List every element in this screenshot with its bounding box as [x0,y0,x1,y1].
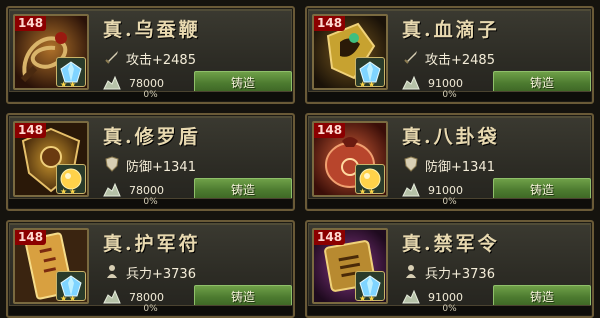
item-portrait[interactable]: 148 ★ ★ [13,121,89,197]
soldier-icon [107,265,117,278]
progress-text: 0% [143,197,158,207]
item-name: 真.修罗盾 [103,126,201,148]
gem-slot[interactable]: ★ ★ [56,164,86,196]
item-portrait[interactable]: 148 ★ ★ [312,14,388,90]
shield-icon [404,156,418,172]
stat-value: 攻击+2485 [126,53,196,68]
stat-value: 防御+1341 [126,160,196,175]
forge-item-grid: 148 ★ ★ 真.乌蚕鞭 攻击+2485 78000 铸造 0% 148 ★ … [0,0,600,318]
item-name: 真.血滴子 [402,19,500,41]
item-portrait[interactable]: 148 ★ ★ [312,228,388,304]
item-card-asura-shield: 148 ★ ★ 真.修罗盾 防御+1341 78000 铸造 0% [6,113,295,211]
level-badge: 148 [15,16,47,31]
star-icon: ★ [368,187,376,196]
soldier-icon [406,265,416,278]
progress-text: 0% [143,304,158,314]
forge-progress-bar: 0% [9,197,292,208]
item-name: 真.八卦袋 [402,126,500,148]
item-card-imperial-order: 148 ★ ★ 真.禁军令 兵力+3736 91000 铸造 0% [305,220,594,318]
progress-text: 0% [442,304,457,314]
stat-value: 防御+1341 [425,160,495,175]
forge-cost: 91000 [428,77,463,90]
forge-progress-bar: 0% [308,90,591,101]
gem-slot[interactable]: ★ ★ [355,57,385,89]
forge-cost: 91000 [428,184,463,197]
forge-cost: 78000 [129,184,164,197]
star-icon: ★ [69,80,77,89]
level-badge: 148 [314,123,346,138]
forge-progress-bar: 0% [9,304,292,315]
forge-cost: 91000 [428,291,463,304]
star-icon: ★ [60,187,68,196]
level-badge: 148 [15,230,47,245]
star-icon: ★ [69,294,77,303]
star-icon: ★ [368,80,376,89]
item-portrait[interactable]: 148 ★ ★ [13,14,89,90]
item-card-guard-talisman: 148 ★ ★ 真.护军符 兵力+3736 78000 铸造 0% [6,220,295,318]
level-badge: 148 [314,230,346,245]
progress-text: 0% [442,90,457,100]
stat-value: 攻击+2485 [425,53,495,68]
level-badge: 148 [15,123,47,138]
item-name: 真.禁军令 [402,233,500,255]
level-badge: 148 [314,16,346,31]
star-icon: ★ [60,80,68,89]
forge-cost: 78000 [129,77,164,90]
star-icon: ★ [368,294,376,303]
gem-slot[interactable]: ★ ★ [355,164,385,196]
stat-value: 兵力+3736 [425,267,495,282]
progress-text: 0% [442,197,457,207]
star-icon: ★ [60,294,68,303]
sword-icon [404,51,417,64]
star-icon: ★ [359,187,367,196]
gem-slot[interactable]: ★ ★ [56,271,86,303]
star-icon: ★ [359,294,367,303]
item-card-blood-guillotine: 148 ★ ★ 真.血滴子 攻击+2485 91000 铸造 0% [305,6,594,104]
item-portrait[interactable]: 148 ★ ★ [312,121,388,197]
forge-progress-bar: 0% [308,304,591,315]
gem-slot[interactable]: ★ ★ [355,271,385,303]
progress-text: 0% [143,90,158,100]
item-portrait[interactable]: 148 ★ ★ [13,228,89,304]
forge-progress-bar: 0% [308,197,591,208]
star-icon: ★ [69,187,77,196]
shield-icon [105,156,119,172]
item-name: 真.乌蚕鞭 [103,19,201,41]
item-name: 真.护军符 [103,233,201,255]
star-icon: ★ [359,80,367,89]
item-card-wucan-whip: 148 ★ ★ 真.乌蚕鞭 攻击+2485 78000 铸造 0% [6,6,295,104]
stat-value: 兵力+3736 [126,267,196,282]
sword-icon [105,51,118,64]
forge-progress-bar: 0% [9,90,292,101]
item-card-bagua-bag: 148 ★ ★ 真.八卦袋 防御+1341 91000 铸造 0% [305,113,594,211]
forge-cost: 78000 [129,291,164,304]
gem-slot[interactable]: ★ ★ [56,57,86,89]
